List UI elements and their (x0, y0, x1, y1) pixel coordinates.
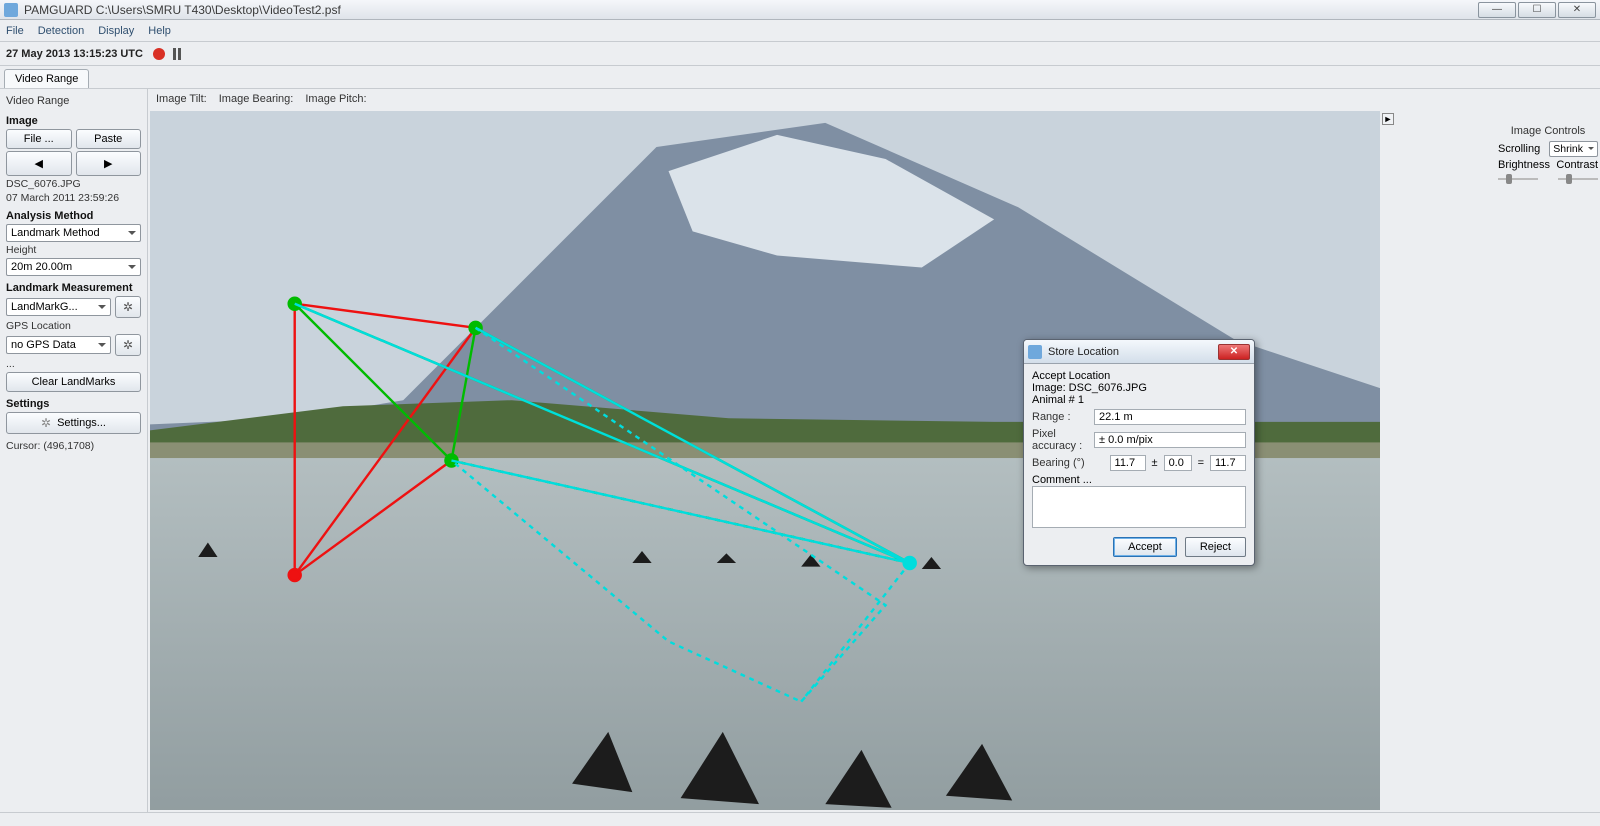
pause-icon[interactable] (173, 48, 181, 60)
panel-title: Video Range (6, 95, 141, 107)
minimize-button[interactable]: — (1478, 2, 1516, 18)
close-button[interactable]: ✕ (1558, 2, 1596, 18)
settings-button-label: Settings... (57, 417, 106, 429)
scrolling-label: Scrolling (1498, 143, 1540, 155)
gps-label: GPS Location (6, 320, 141, 332)
gear-icon (123, 338, 133, 352)
menu-file[interactable]: File (6, 25, 24, 37)
analysis-section-title: Analysis Method (6, 210, 141, 222)
maximize-button[interactable]: ☐ (1518, 2, 1556, 18)
dialog-title: Store Location (1048, 346, 1119, 358)
cursor-readout: Cursor: (496,1708) (6, 440, 141, 452)
image-tilt-label: Image Tilt: (156, 93, 207, 105)
bearing-input-2[interactable] (1164, 455, 1192, 471)
comment-label: Comment ... (1032, 474, 1246, 486)
clear-landmarks-button[interactable]: Clear LandMarks (6, 372, 141, 392)
left-panel: Video Range Image File ... Paste ◀ ▶ DSC… (0, 89, 148, 812)
analysis-method-select[interactable]: Landmark Method (6, 224, 141, 242)
bearing-label: Bearing (°) (1032, 457, 1104, 469)
store-location-dialog: Store Location ✕ Accept Location Image: … (1023, 339, 1255, 566)
bearing-input-3[interactable] (1210, 455, 1246, 471)
brightness-slider[interactable] (1498, 173, 1538, 185)
paste-button[interactable]: Paste (76, 129, 142, 149)
window-title-bar: PAMGUARD C:\Users\SMRU T430\Desktop\Vide… (0, 0, 1600, 20)
menu-help[interactable]: Help (148, 25, 171, 37)
tab-strip: Video Range (0, 66, 1600, 88)
dialog-image-label: Image: DSC_6076.JPG (1032, 382, 1246, 394)
contrast-label: Contrast (1556, 159, 1598, 171)
status-bar (0, 812, 1600, 826)
image-controls-title: Image Controls (1498, 125, 1598, 137)
menu-detection[interactable]: Detection (38, 25, 84, 37)
accept-button[interactable]: Accept (1113, 537, 1177, 557)
dialog-close-button[interactable]: ✕ (1218, 344, 1250, 360)
window-title: PAMGUARD C:\Users\SMRU T430\Desktop\Vide… (24, 3, 341, 17)
dots-label: ... (6, 358, 141, 370)
range-label: Range : (1032, 411, 1088, 423)
bearing-eq: = (1198, 457, 1204, 469)
record-icon[interactable] (153, 48, 165, 60)
brightness-label: Brightness (1498, 159, 1550, 171)
contrast-slider[interactable] (1558, 173, 1598, 185)
gear-icon (123, 300, 133, 314)
image-pitch-label: Image Pitch: (305, 93, 366, 105)
scrolling-select[interactable]: Shrink (1549, 141, 1598, 157)
height-select[interactable]: 20m 20.00m (6, 258, 141, 276)
gps-settings-button[interactable] (115, 334, 141, 356)
bearing-input-1[interactable] (1110, 455, 1146, 471)
file-button[interactable]: File ... (6, 129, 72, 149)
image-controls-panel: Image Controls Scrolling Shrink Brightne… (1498, 125, 1598, 185)
gps-select[interactable]: no GPS Data (6, 336, 111, 354)
settings-section-title: Settings (6, 398, 141, 410)
menu-bar: File Detection Display Help (0, 20, 1600, 42)
landmark-settings-button[interactable] (115, 296, 141, 318)
spinner-icon (41, 416, 51, 430)
menu-display[interactable]: Display (98, 25, 134, 37)
landmark-section-title: Landmark Measurement (6, 282, 141, 294)
next-image-button[interactable]: ▶ (76, 151, 142, 176)
filedate-label: 07 March 2011 23:59:26 (6, 192, 141, 204)
comment-textarea[interactable] (1032, 486, 1246, 528)
tab-video-range[interactable]: Video Range (4, 69, 89, 88)
reject-button[interactable]: Reject (1185, 537, 1246, 557)
settings-button[interactable]: Settings... (6, 412, 141, 434)
bearing-pm: ± (1152, 457, 1158, 469)
app-icon (4, 3, 18, 17)
pixacc-label: Pixel accuracy : (1032, 428, 1088, 452)
image-info-bar: Image Tilt: Image Bearing: Image Pitch: (148, 89, 1600, 109)
main-area: Video Range Image File ... Paste ◀ ▶ DSC… (0, 88, 1600, 812)
toolbar: 27 May 2013 13:15:23 UTC (0, 42, 1600, 66)
height-label: Height (6, 244, 141, 256)
scroll-right-button[interactable]: ► (1382, 113, 1394, 125)
accept-location-label: Accept Location (1032, 370, 1246, 382)
prev-image-button[interactable]: ◀ (6, 151, 72, 176)
dialog-app-icon (1028, 345, 1042, 359)
dialog-animal-label: Animal # 1 (1032, 394, 1246, 406)
image-bearing-label: Image Bearing: (219, 93, 294, 105)
timestamp: 27 May 2013 13:15:23 UTC (6, 48, 143, 60)
center-area: Image Tilt: Image Bearing: Image Pitch: … (148, 89, 1600, 812)
landmark-select[interactable]: LandMarkG... (6, 298, 111, 316)
range-input[interactable] (1094, 409, 1246, 425)
pixacc-input[interactable] (1094, 432, 1246, 448)
dialog-title-bar[interactable]: Store Location ✕ (1024, 340, 1254, 364)
filename-label: DSC_6076.JPG (6, 178, 141, 190)
image-section-title: Image (6, 115, 141, 127)
dialog-body: Accept Location Image: DSC_6076.JPG Anim… (1024, 364, 1254, 565)
